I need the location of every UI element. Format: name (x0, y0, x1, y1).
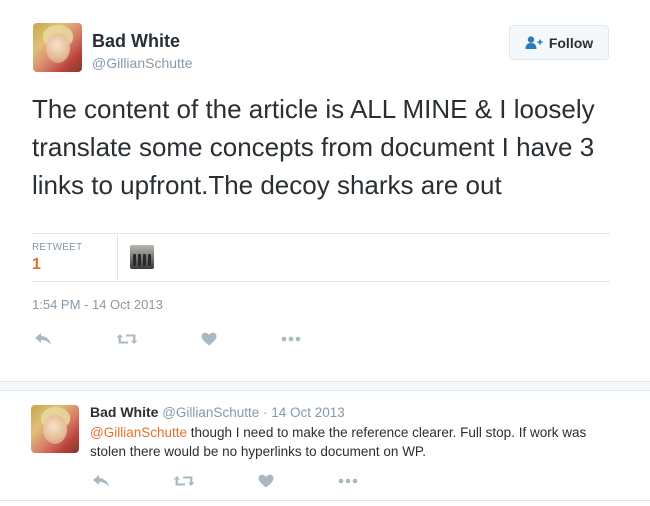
user-handle[interactable]: @GillianSchutte (162, 405, 259, 420)
user-handle[interactable]: @GillianSchutte (92, 55, 193, 71)
avatar-face (43, 415, 67, 444)
retweet-icon (116, 334, 138, 344)
reply-header: Bad White @GillianSchutte · 14 Oct 2013 (90, 404, 345, 420)
reply-icon (35, 333, 51, 345)
display-name[interactable]: Bad White (90, 404, 158, 420)
divider (0, 500, 650, 501)
retweet-button[interactable] (116, 329, 138, 349)
conversation-divider (0, 381, 650, 391)
display-name[interactable]: Bad White (92, 31, 180, 52)
divider (32, 233, 610, 234)
add-user-icon (525, 35, 543, 49)
retweet-stat-label: RETWEET (32, 242, 83, 253)
meta-separator: · (259, 405, 272, 420)
tweet-date[interactable]: 14 Oct 2013 (271, 405, 345, 420)
main-tweet: Bad White @GillianSchutte Follow The con… (0, 0, 650, 380)
heart-icon (201, 332, 217, 346)
mention-link[interactable]: @GillianSchutte (90, 425, 187, 440)
like-button[interactable] (255, 471, 277, 491)
retweet-button[interactable] (173, 471, 195, 491)
reply-button[interactable] (90, 471, 112, 491)
more-button[interactable] (337, 471, 359, 491)
more-icon (338, 478, 358, 484)
tweet-timestamp[interactable]: 1:54 PM - 14 Oct 2013 (32, 297, 163, 312)
follow-button[interactable]: Follow (509, 25, 609, 60)
divider (32, 281, 610, 282)
reply-button[interactable] (32, 329, 54, 349)
more-icon (281, 336, 301, 342)
follow-label: Follow (548, 34, 594, 51)
avatar[interactable] (31, 405, 79, 453)
more-button[interactable] (280, 329, 302, 349)
avatar-face (46, 33, 70, 63)
retweeter-avatar[interactable] (130, 245, 154, 269)
heart-icon (258, 474, 274, 488)
retweet-stat-count[interactable]: 1 (32, 256, 41, 274)
like-button[interactable] (198, 329, 220, 349)
stat-divider (117, 234, 118, 280)
tweet-text: The content of the article is ALL MINE &… (32, 94, 595, 200)
reply-icon (93, 475, 109, 487)
retweet-icon (173, 476, 195, 486)
avatar[interactable] (33, 23, 82, 72)
reply-text: @GillianSchutte though I need to make th… (90, 423, 610, 461)
